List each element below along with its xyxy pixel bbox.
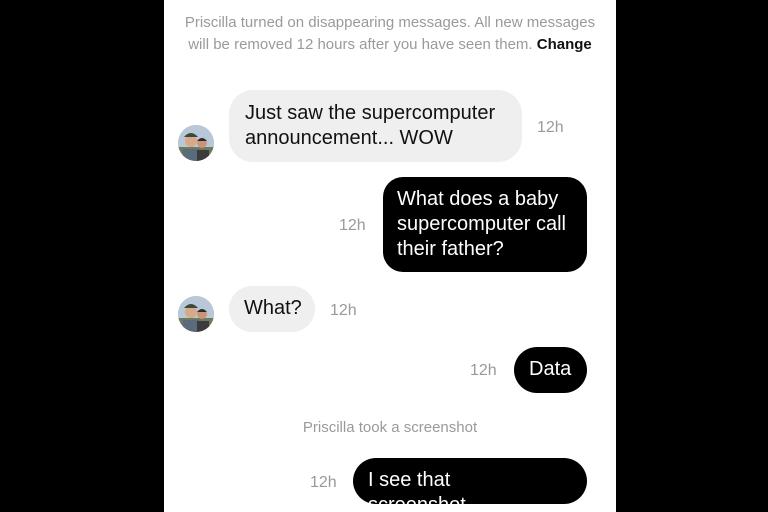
- message-timestamp: 12h: [470, 362, 497, 379]
- message-text: Just saw the supercomputer announcement.…: [245, 102, 496, 149]
- chat-screen: Priscilla turned on disappearing message…: [164, 0, 616, 512]
- notice-text: Priscilla turned on disappearing message…: [184, 14, 596, 53]
- avatar-photo-icon: [178, 125, 214, 161]
- message-bubble-outgoing[interactable]: Data: [514, 347, 587, 393]
- message-bubble-incoming[interactable]: What?: [229, 286, 315, 332]
- message-timestamp: 12h: [310, 474, 337, 491]
- avatar-photo-icon: [178, 296, 214, 332]
- message-timestamp: 12h: [537, 119, 564, 136]
- message-timestamp: 12h: [339, 217, 366, 234]
- message-bubble-incoming[interactable]: Just saw the supercomputer announcement.…: [229, 90, 522, 162]
- message-text: What?: [244, 297, 302, 319]
- change-link[interactable]: Change: [537, 36, 592, 53]
- message-timestamp: 12h: [330, 302, 357, 319]
- message-text: Data: [529, 358, 572, 380]
- message-bubble-outgoing[interactable]: I see that screenshot…: [353, 458, 587, 512]
- message-bubble-outgoing[interactable]: What does a baby supercomputer call thei…: [383, 177, 587, 272]
- disappearing-messages-notice: Priscilla turned on disappearing message…: [178, 12, 602, 56]
- contact-avatar[interactable]: [178, 125, 214, 161]
- contact-avatar[interactable]: [178, 296, 214, 332]
- screenshot-system-notice: Priscilla took a screenshot: [302, 419, 478, 436]
- message-text: I see that screenshot…: [368, 469, 486, 512]
- message-text: What does a baby supercomputer call thei…: [397, 188, 566, 260]
